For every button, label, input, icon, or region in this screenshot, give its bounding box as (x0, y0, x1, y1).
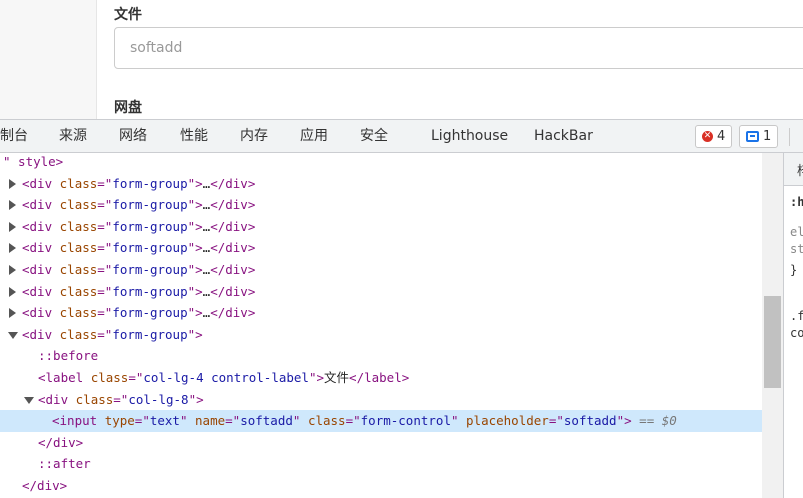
tree-scrollbar-thumb[interactable] (764, 296, 781, 388)
errors-count: 4 (717, 129, 726, 144)
tree-pseudo-before[interactable]: ::before (0, 345, 762, 367)
tree-node-col[interactable]: <div class="col-lg-8"> (0, 389, 762, 411)
tree-node-input-selected[interactable]: <input type="text" name="softadd" class=… (0, 410, 762, 432)
errors-badge[interactable]: ✕ 4 (695, 125, 733, 148)
web-page: 文件 网盘 (0, 0, 803, 119)
tree-close-group[interactable]: </div> (0, 475, 762, 497)
expand-triangle-icon[interactable] (9, 200, 16, 211)
netdisk-label: 网盘 (114, 100, 142, 116)
messages-badge[interactable]: 1 (739, 125, 779, 148)
message-icon (746, 131, 759, 142)
expand-triangle-icon[interactable] (9, 243, 16, 254)
devtools-tab-bar: 制台 来源 网络 性能 内存 应用 安全 Lighthouse HackBar … (0, 119, 803, 153)
tree-node[interactable]: <div class="form-group">…</div> (0, 281, 762, 303)
expand-triangle-icon[interactable] (9, 286, 16, 297)
collapse-triangle-icon[interactable] (8, 331, 18, 339)
tab-performance[interactable]: 性能 (180, 120, 208, 153)
rule-brace: } (790, 263, 798, 277)
element-style-label-2: st (790, 242, 803, 256)
rule-selector[interactable]: .f (790, 309, 803, 323)
tree-node[interactable]: <div class="form-group">…</div> (0, 302, 762, 324)
softadd-input[interactable] (114, 27, 803, 69)
toolbar-divider (789, 128, 790, 146)
element-style-label: el (790, 225, 803, 239)
tab-application[interactable]: 应用 (300, 120, 328, 153)
styles-pane: 梓 :h el st } .f co (783, 153, 803, 498)
messages-count: 1 (763, 129, 772, 144)
expand-triangle-icon[interactable] (9, 265, 16, 275)
tree-node[interactable]: <div class="form-group">…</div> (0, 194, 762, 216)
tab-network[interactable]: 网络 (119, 120, 147, 153)
styles-tab[interactable]: 梓 (797, 160, 803, 179)
error-icon: ✕ (702, 131, 713, 142)
elements-tree: " style> <div class="form-group">…</div>… (0, 153, 783, 498)
expand-triangle-icon[interactable] (9, 221, 16, 232)
tree-node-expanded[interactable]: <div class="form-group"> (0, 324, 762, 346)
tree-node-label[interactable]: <label class="col-lg-4 control-label">文件… (0, 367, 762, 389)
tab-security[interactable]: 安全 (360, 120, 388, 153)
tab-hackbar[interactable]: HackBar (534, 120, 593, 153)
file-label: 文件 (114, 7, 142, 23)
tab-memory[interactable]: 内存 (240, 120, 268, 153)
expand-triangle-icon[interactable] (9, 308, 16, 319)
tree-fragment: " style> (3, 154, 64, 169)
hover-filter[interactable]: :h (790, 195, 803, 209)
tree-close-div[interactable]: </div> (0, 432, 762, 454)
expand-triangle-icon[interactable] (9, 178, 16, 189)
tree-node[interactable]: <div class="form-group">…</div> (0, 259, 762, 281)
collapse-triangle-icon[interactable] (24, 396, 34, 404)
tree-pseudo-after[interactable]: ::after (0, 453, 762, 475)
tree-node[interactable]: <div class="form-group">…</div> (0, 216, 762, 238)
tab-sources[interactable]: 来源 (59, 120, 87, 153)
tab-lighthouse[interactable]: Lighthouse (431, 120, 508, 153)
rule-property[interactable]: co (790, 326, 803, 340)
tab-console[interactable]: 制台 (0, 120, 28, 153)
tree-node[interactable]: <div class="form-group">…</div> (0, 173, 762, 195)
styles-tab-bar: 梓 (784, 153, 803, 186)
tree-node[interactable]: <div class="form-group">…</div> (0, 237, 762, 259)
